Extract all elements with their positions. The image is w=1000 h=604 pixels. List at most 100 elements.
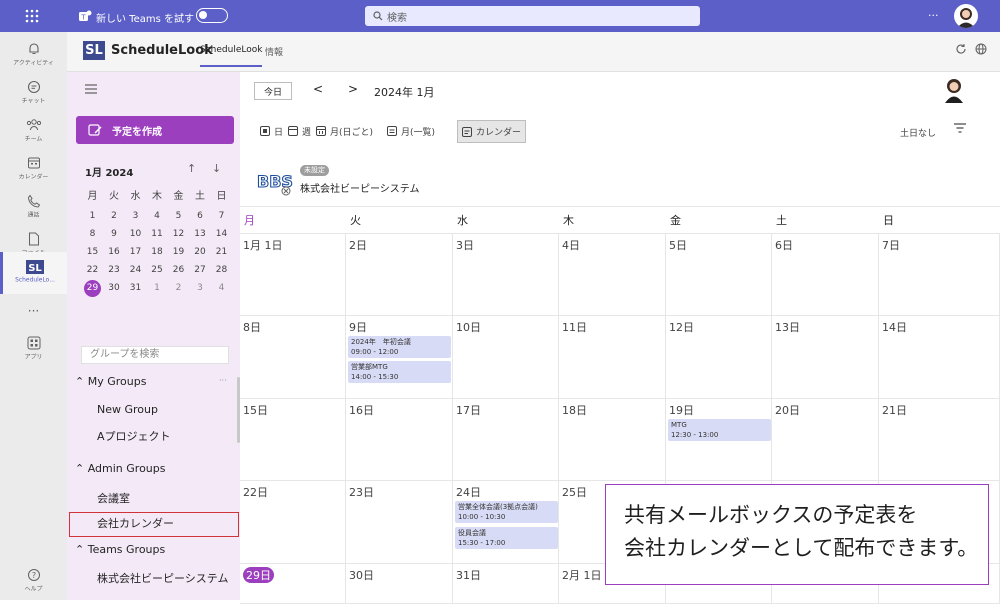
hamburger-menu-icon[interactable] xyxy=(85,84,97,94)
mini-day[interactable]: 27 xyxy=(192,262,209,279)
mini-day[interactable]: 2 xyxy=(170,280,187,297)
day-cell[interactable]: 2日 xyxy=(346,234,453,316)
rail-schedulelook[interactable]: SL ScheduleLo... xyxy=(0,252,67,294)
group-search-input[interactable]: グループを検索 xyxy=(81,346,229,364)
view-month-list-button[interactable]: 月(一覧) xyxy=(383,120,439,142)
mini-day[interactable]: 2 xyxy=(106,208,123,225)
weekend-toggle[interactable]: 土日なし xyxy=(900,126,936,139)
app-launcher-icon[interactable] xyxy=(20,8,44,24)
view-month-daily-button[interactable]: 月(日ごと) xyxy=(312,120,377,142)
mini-day[interactable]: 1 xyxy=(149,280,166,297)
rail-help[interactable]: ? ヘルプ xyxy=(0,562,67,600)
group-a-project[interactable]: Aプロジェクト xyxy=(67,424,240,450)
day-cell[interactable]: 3日 xyxy=(453,234,559,316)
tab-info[interactable]: 情報 xyxy=(265,45,283,58)
globe-icon[interactable] xyxy=(975,43,987,55)
rail-chat[interactable]: チャット xyxy=(0,74,67,112)
mini-day[interactable]: 13 xyxy=(192,226,209,243)
admin-groups-header[interactable]: ⌃ Admin Groups xyxy=(67,456,240,482)
day-cell[interactable]: 16日 xyxy=(346,399,453,481)
day-cell[interactable]: 12日 xyxy=(666,316,772,399)
mini-day[interactable]: 26 xyxy=(170,262,187,279)
calendar-event[interactable]: 営業全体会議(3拠点会議) 10:00 - 10:30 xyxy=(455,501,558,523)
my-groups-more-icon[interactable]: ··· xyxy=(219,376,227,385)
day-cell[interactable]: 23日 xyxy=(346,481,453,564)
mini-day[interactable]: 9 xyxy=(106,226,123,243)
mini-calendar-next-icon[interactable]: ↓ xyxy=(212,162,221,175)
mini-day[interactable]: 15 xyxy=(84,244,101,261)
mini-day[interactable]: 14 xyxy=(213,226,230,243)
day-cell[interactable]: 9日 2024年 年初会議 09:00 - 12:00 営業部MTG 14:00 - 1… xyxy=(346,316,453,399)
day-cell[interactable]: 24日 営業全体会議(3拠点会議) 10:00 - 10:30 役員会議 15:30 -… xyxy=(453,481,559,564)
mini-day[interactable]: 28 xyxy=(213,262,230,279)
mini-day[interactable]: 18 xyxy=(149,244,166,261)
day-cell[interactable]: 30日 xyxy=(346,564,453,604)
teams-groups-header[interactable]: ⌃ Teams Groups xyxy=(67,537,240,563)
mini-calendar-prev-icon[interactable]: ↑ xyxy=(187,162,196,175)
view-week-button[interactable]: 週 xyxy=(284,120,315,142)
mini-day[interactable]: 5 xyxy=(170,208,187,225)
day-cell[interactable]: 14日 xyxy=(879,316,1000,399)
calendar-event[interactable]: 2024年 年初会議 09:00 - 12:00 xyxy=(348,336,451,358)
day-cell[interactable]: 19日 MTG 12:30 - 13:00 xyxy=(666,399,772,481)
mini-day[interactable]: 20 xyxy=(192,244,209,261)
mini-day[interactable]: 3 xyxy=(192,280,209,297)
prev-period-icon[interactable]: < xyxy=(313,82,323,96)
mini-day[interactable]: 4 xyxy=(149,208,166,225)
mini-day-today[interactable]: 29 xyxy=(84,280,101,297)
mini-day[interactable]: 11 xyxy=(149,226,166,243)
mini-day[interactable]: 7 xyxy=(213,208,230,225)
day-cell[interactable]: 11日 xyxy=(559,316,666,399)
day-cell[interactable]: 20日 xyxy=(772,399,879,481)
group-bp-system[interactable]: 株式会社ビーピーシステム xyxy=(67,566,240,592)
day-cell[interactable]: 29日 xyxy=(240,564,346,604)
day-cell[interactable]: 1月 1日 xyxy=(240,234,346,316)
search-box[interactable]: 検索 xyxy=(365,6,700,26)
my-groups-header[interactable]: ⌃ My Groups xyxy=(67,369,240,395)
day-cell[interactable]: 18日 xyxy=(559,399,666,481)
day-cell[interactable]: 5日 xyxy=(666,234,772,316)
calendar-event[interactable]: 役員会議 15:30 - 17:00 xyxy=(455,527,558,549)
mini-day[interactable]: 10 xyxy=(127,226,144,243)
create-event-button[interactable]: 予定を作成 xyxy=(76,116,234,144)
day-cell[interactable]: 21日 xyxy=(879,399,1000,481)
rail-activity[interactable]: アクティビティ xyxy=(0,36,67,74)
mini-day[interactable]: 22 xyxy=(84,262,101,279)
view-day-button[interactable]: 日 xyxy=(256,120,287,142)
group-meeting-room[interactable]: 会議室 xyxy=(67,486,240,512)
day-cell[interactable]: 6日 xyxy=(772,234,879,316)
day-cell[interactable]: 31日 xyxy=(453,564,559,604)
try-new-teams-toggle[interactable] xyxy=(196,8,228,23)
mini-day[interactable]: 8 xyxy=(84,226,101,243)
calendar-event[interactable]: 営業部MTG 14:00 - 15:30 xyxy=(348,361,451,383)
view-calendar-button[interactable]: カレンダー xyxy=(457,120,527,143)
mini-day[interactable]: 17 xyxy=(127,244,144,261)
mini-day[interactable]: 23 xyxy=(106,262,123,279)
rail-teams[interactable]: チーム xyxy=(0,112,67,150)
mini-day[interactable]: 30 xyxy=(106,280,123,297)
mini-day[interactable]: 19 xyxy=(170,244,187,261)
user-avatar[interactable] xyxy=(954,4,978,28)
mini-day[interactable]: 16 xyxy=(106,244,123,261)
day-cell[interactable]: 15日 xyxy=(240,399,346,481)
filter-icon[interactable] xyxy=(954,123,966,133)
day-cell[interactable]: 7日 xyxy=(879,234,1000,316)
owner-avatar[interactable] xyxy=(943,77,965,103)
mini-day[interactable]: 12 xyxy=(170,226,187,243)
group-company-calendar[interactable]: 会社カレンダー xyxy=(69,512,239,537)
rail-apps[interactable]: アプリ xyxy=(0,330,67,368)
more-options-icon[interactable]: ··· xyxy=(928,9,939,22)
mini-day[interactable]: 21 xyxy=(213,244,230,261)
mini-day[interactable]: 24 xyxy=(127,262,144,279)
today-button[interactable]: 今日 xyxy=(254,82,292,100)
day-cell[interactable]: 4日 xyxy=(559,234,666,316)
mini-day[interactable]: 4 xyxy=(213,280,230,297)
refresh-icon[interactable] xyxy=(955,43,967,55)
mini-day[interactable]: 3 xyxy=(127,208,144,225)
day-cell[interactable]: 13日 xyxy=(772,316,879,399)
day-cell[interactable]: 8日 xyxy=(240,316,346,399)
rail-calendar[interactable]: カレンダー xyxy=(0,150,67,188)
day-cell[interactable]: 22日 xyxy=(240,481,346,564)
group-new-group[interactable]: New Group xyxy=(67,397,240,423)
mini-day[interactable]: 31 xyxy=(127,280,144,297)
